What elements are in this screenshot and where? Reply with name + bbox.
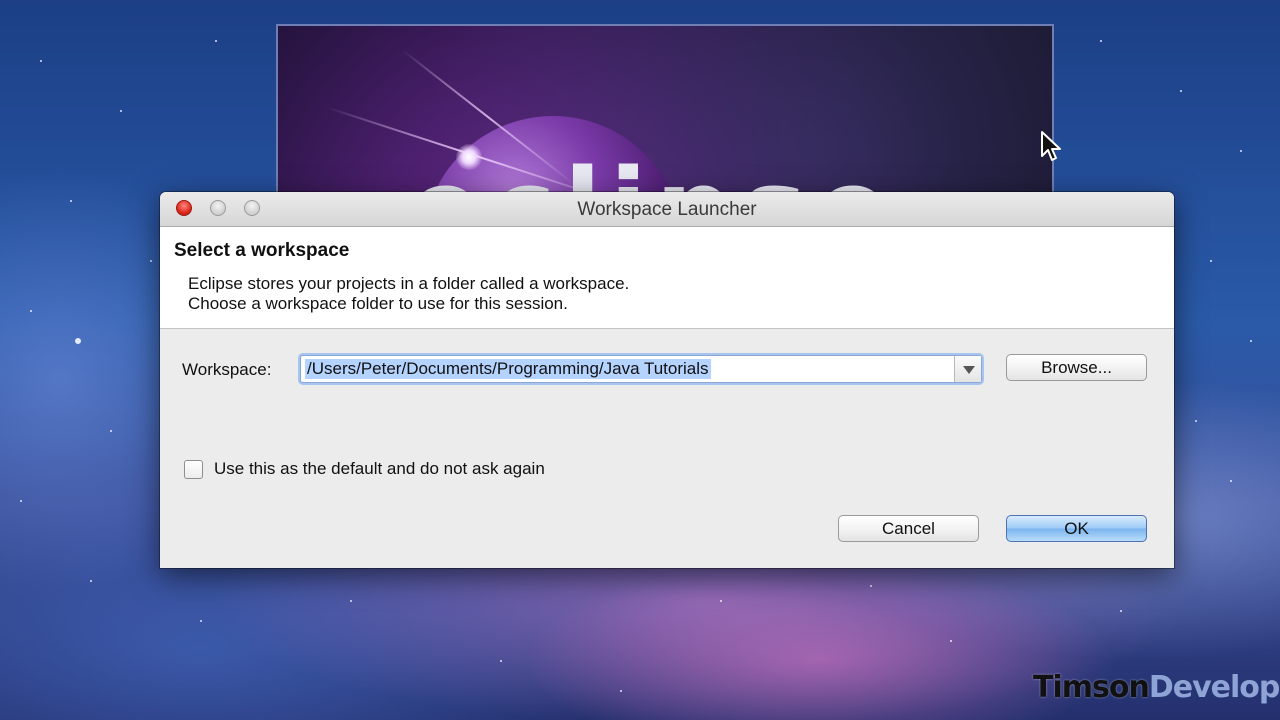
dialog-header: Select a workspace Eclipse stores your p… <box>160 227 1174 329</box>
workspace-dropdown-arrow-icon[interactable] <box>954 356 981 382</box>
workspace-label: Workspace: <box>182 360 272 379</box>
header-description-line2: Choose a workspace folder to use for thi… <box>188 294 568 313</box>
eclipse-splash-window: eclipse <box>276 24 1054 194</box>
browse-button[interactable]: Browse... <box>1006 354 1147 381</box>
title-bar[interactable]: Workspace Launcher <box>160 192 1174 227</box>
watermark-part1: Timson <box>1033 670 1150 705</box>
header-description-line1: Eclipse stores your projects in a folder… <box>188 274 630 293</box>
watermark-part2: Develop <box>1148 670 1280 705</box>
header-title: Select a workspace <box>174 240 350 261</box>
window-title: Workspace Launcher <box>577 199 757 220</box>
channel-watermark: TimsonDevelop <box>1033 670 1280 705</box>
default-workspace-checkbox[interactable] <box>184 460 203 479</box>
eclipse-logo-text: eclipse <box>408 154 898 192</box>
workspace-path-combobox[interactable]: /Users/Peter/Documents/Programming/Java … <box>300 355 982 383</box>
ok-button[interactable]: OK <box>1006 515 1147 542</box>
workspace-path-input[interactable]: /Users/Peter/Documents/Programming/Java … <box>305 359 711 379</box>
cancel-button[interactable]: Cancel <box>838 515 979 542</box>
workspace-launcher-dialog: Workspace Launcher Select a workspace Ec… <box>160 192 1174 568</box>
default-workspace-checkbox-label[interactable]: Use this as the default and do not ask a… <box>214 459 545 479</box>
mouse-pointer-icon <box>1041 131 1061 161</box>
